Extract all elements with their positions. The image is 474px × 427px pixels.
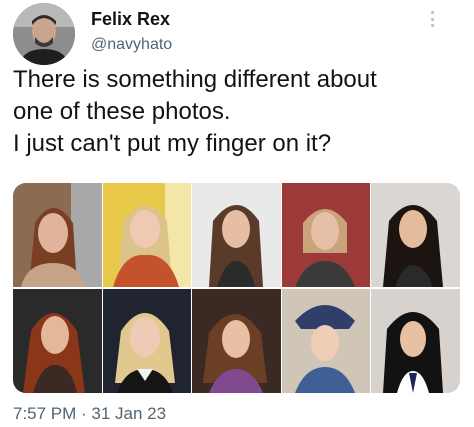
photo-tile	[13, 289, 102, 393]
photo-tile	[282, 183, 370, 287]
display-name[interactable]: Felix Rex	[91, 9, 170, 30]
tweet-text-line: There is something different about	[13, 66, 377, 93]
tweet-text-line: one of these photos.	[13, 98, 231, 125]
photo-tile	[371, 183, 460, 287]
photo-grid	[13, 183, 460, 393]
tweet-media[interactable]	[13, 183, 460, 393]
user-handle[interactable]: @navyhato	[91, 36, 172, 54]
avatar-photo	[13, 3, 75, 65]
photo-tile	[103, 183, 191, 287]
photo-tile	[103, 289, 191, 393]
photo-tile	[192, 289, 281, 393]
tweet-text-line: I just can't put my finger on it?	[13, 130, 332, 157]
avatar[interactable]	[13, 3, 75, 65]
tweet-text: There is something different about one o…	[13, 64, 465, 160]
more-vertical-icon[interactable]	[427, 8, 437, 30]
photo-tile	[371, 289, 460, 393]
photo-tile	[282, 289, 370, 393]
photo-tile	[13, 183, 102, 287]
photo-tile	[192, 183, 281, 287]
tweet-timestamp[interactable]: 7:57 PM · 31 Jan 23	[13, 404, 166, 424]
